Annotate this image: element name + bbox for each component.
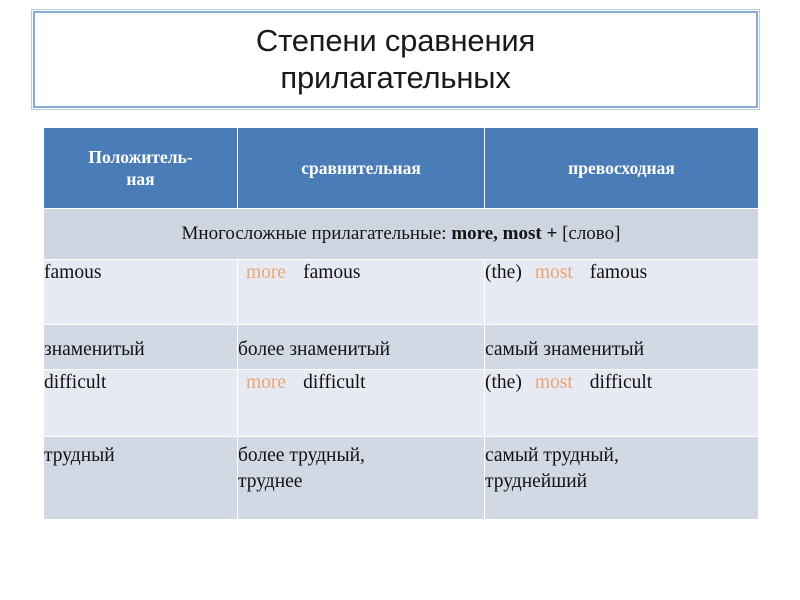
superlative-word: famous: [589, 262, 648, 283]
superlative-word: difficult: [589, 372, 653, 393]
superlative-article: (the): [485, 262, 522, 283]
slide-title-box: Степени сравнения прилагательных: [31, 9, 760, 110]
table-row: трудный более трудный, труднее самый тру…: [43, 436, 759, 520]
cell-positive: difficult: [43, 369, 238, 437]
rule-band-cell: Многосложные прилагательные: more, most …: [43, 208, 759, 260]
cell-superlative-ru: самый трудный, труднейший: [484, 436, 759, 520]
cell-comparative: more difficult: [237, 369, 485, 437]
degrees-of-comparison-table: Положитель- ная сравнительная превосходн…: [43, 127, 759, 520]
cell-superlative: (the) most difficult: [484, 369, 759, 437]
table-row: famous more famous (the) most famous: [43, 259, 759, 325]
keyword-most: most: [534, 262, 573, 283]
rule-band-keywords: more, most +: [451, 223, 558, 244]
rule-band-suffix: [слово]: [557, 223, 621, 244]
table-row: difficult more difficult (the) most difficu…: [43, 369, 759, 437]
comparative-word: difficult: [303, 372, 366, 393]
page-title: Степени сравнения прилагательных: [255, 22, 536, 95]
column-header-superlative: превосходная: [484, 127, 759, 209]
column-header-positive: Положитель- ная: [43, 127, 238, 209]
superlative-article: (the): [485, 372, 522, 393]
cell-positive-ru: знаменитый: [43, 324, 238, 370]
keyword-more: more: [246, 262, 287, 283]
table-header-row: Положитель- ная сравнительная превосходн…: [43, 127, 759, 209]
cell-comparative: more famous: [237, 259, 485, 325]
cell-superlative-ru: самый знаменитый: [484, 324, 759, 370]
comparative-word: famous: [303, 262, 361, 283]
cell-comparative-ru: более трудный, труднее: [237, 436, 485, 520]
rule-band-prefix: Многосложные прилагательные:: [181, 223, 452, 244]
rule-band-row: Многосложные прилагательные: more, most …: [43, 208, 759, 260]
table-row: знаменитый более знаменитый самый знамен…: [43, 324, 759, 370]
cell-positive: famous: [43, 259, 238, 325]
cell-superlative: (the) most famous: [484, 259, 759, 325]
column-header-comparative: сравнительная: [237, 127, 485, 209]
keyword-most: most: [534, 372, 573, 393]
cell-comparative-ru: более знаменитый: [237, 324, 485, 370]
keyword-more: more: [246, 372, 287, 393]
cell-positive-ru: трудный: [43, 436, 238, 520]
